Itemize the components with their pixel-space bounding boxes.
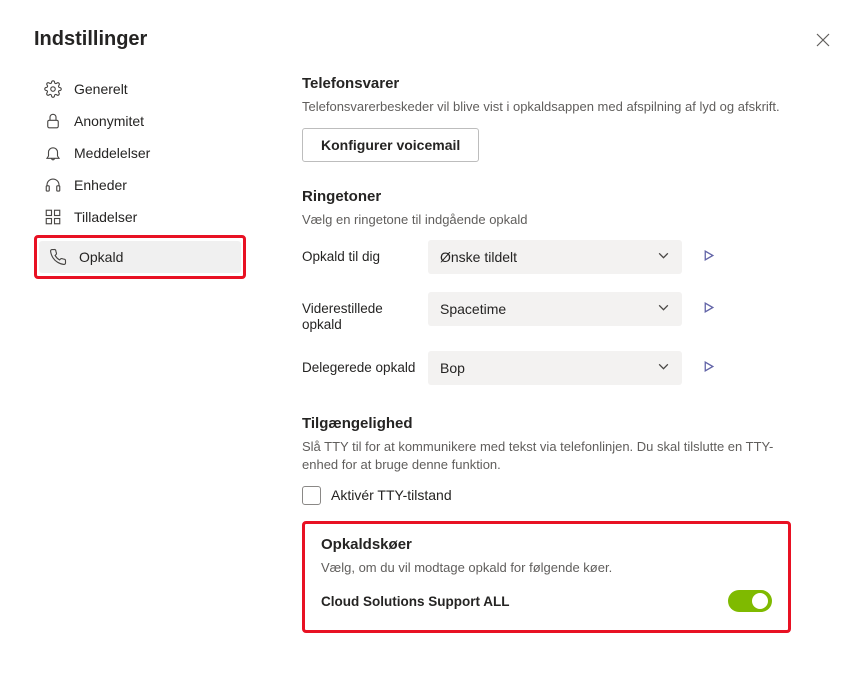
close-icon [815,32,831,48]
sidebar: Generelt Anonymitet Meddelelser Enheder [34,73,246,633]
accessibility-desc: Slå TTY til for at kommunikere med tekst… [302,438,791,473]
call-queue-toggle[interactable] [728,590,772,612]
sidebar-item-label: Enheder [74,177,127,193]
chevron-down-icon [657,360,670,376]
voicemail-heading: Telefonsvarer [302,75,791,92]
configure-voicemail-button[interactable]: Konfigurer voicemail [302,128,479,162]
phone-icon [49,248,67,266]
tty-checkbox-row: Aktivér TTY-tilstand [302,486,791,505]
sidebar-item-permissions[interactable]: Tilladelser [34,201,246,233]
sidebar-item-calls[interactable]: Opkald [39,241,241,273]
sidebar-item-label: Tilladelser [74,209,137,225]
ringtone-label: Delegerede opkald [302,351,420,376]
sidebar-item-label: Generelt [74,81,128,97]
ringtone-row-calls-for-you: Opkald til dig Ønske tildelt [302,240,791,274]
apps-icon [44,208,62,226]
play-button[interactable] [702,240,715,265]
play-button[interactable] [702,292,715,317]
play-icon [702,360,715,373]
callqueues-desc: Vælg, om du vil modtage opkald for følge… [321,559,772,577]
dropdown-value: Spacetime [440,301,506,317]
ringtone-dropdown-delegated[interactable]: Bop [428,351,682,385]
ringtone-row-forwarded: Viderestillede opkald Spacetime [302,292,791,333]
play-icon [702,301,715,314]
sidebar-item-label: Anonymitet [74,113,144,129]
ringtone-label: Opkald til dig [302,240,420,265]
close-button[interactable] [815,32,831,51]
tty-checkbox[interactable] [302,486,321,505]
sidebar-item-notifications[interactable]: Meddelelser [34,137,246,169]
headset-icon [44,176,62,194]
sidebar-item-general[interactable]: Generelt [34,73,246,105]
sidebar-item-devices[interactable]: Enheder [34,169,246,201]
sidebar-item-label: Opkald [79,249,123,265]
modal-title: Indstillinger [34,28,827,51]
ringtone-dropdown-forwarded[interactable]: Spacetime [428,292,682,326]
accessibility-heading: Tilgængelighed [302,415,791,432]
sidebar-item-label: Meddelelser [74,145,150,161]
play-icon [702,249,715,262]
ringtones-heading: Ringetoner [302,188,791,205]
play-button[interactable] [702,351,715,376]
chevron-down-icon [657,301,670,317]
highlight-call-queues: Opkaldskøer Vælg, om du vil modtage opka… [302,521,791,634]
chevron-down-icon [657,249,670,265]
content-area: Telefonsvarer Telefonsvarerbeskeder vil … [302,73,827,633]
ringtone-label: Viderestillede opkald [302,292,420,333]
settings-modal: Indstillinger Generelt Anonymitet Meddel… [0,0,861,683]
callqueues-heading: Opkaldskøer [321,536,772,553]
gear-icon [44,80,62,98]
tty-checkbox-label: Aktivér TTY-tilstand [331,487,452,503]
call-queue-row: Cloud Solutions Support ALL [321,590,772,612]
ringtone-row-delegated: Delegerede opkald Bop [302,351,791,385]
dropdown-value: Ønske tildelt [440,249,517,265]
voicemail-desc: Telefonsvarerbeskeder vil blive vist i o… [302,98,791,116]
call-queue-name: Cloud Solutions Support ALL [321,594,509,609]
sidebar-item-privacy[interactable]: Anonymitet [34,105,246,137]
ringtone-dropdown-calls-for-you[interactable]: Ønske tildelt [428,240,682,274]
bell-icon [44,144,62,162]
lock-icon [44,112,62,130]
highlight-nav-calling: Opkald [34,235,246,279]
dropdown-value: Bop [440,360,465,376]
ringtones-desc: Vælg en ringetone til indgående opkald [302,211,791,229]
